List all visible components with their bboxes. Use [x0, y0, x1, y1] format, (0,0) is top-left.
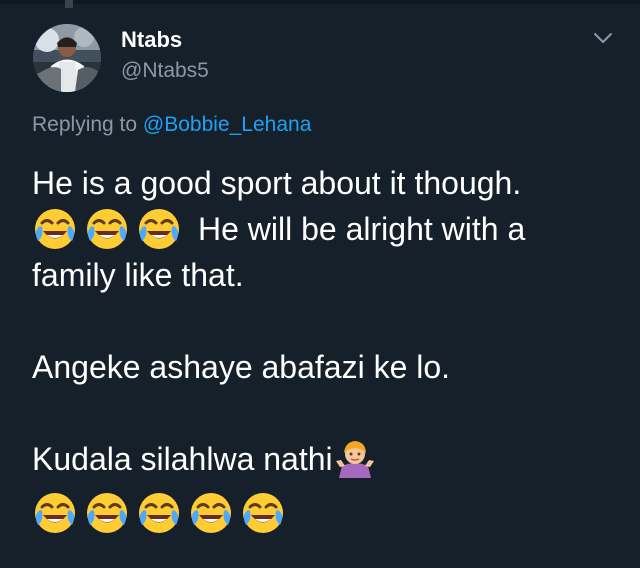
avatar[interactable] — [33, 24, 101, 92]
top-divider-marker — [65, 0, 73, 8]
tears-of-joy-emoji — [32, 206, 78, 252]
tears-of-joy-emoji — [240, 490, 286, 536]
tweet-line-4: Angeke ashaye abafazi ke lo. — [32, 344, 622, 390]
replying-to-label: Replying to — [32, 113, 138, 136]
tears-of-joy-emoji — [188, 490, 234, 536]
more-options-button[interactable] — [592, 30, 614, 46]
chevron-down-icon — [594, 33, 612, 43]
tears-of-joy-emoji — [136, 206, 182, 252]
tweet-line-4-text: Angeke ashaye abafazi ke lo. — [32, 349, 451, 385]
tears-of-joy-emoji — [32, 490, 78, 536]
tweet-line-1-text: He is a good sport about it though. — [32, 165, 522, 201]
tweet-line-2-text: He will be alright with a — [198, 211, 526, 247]
top-divider — [0, 0, 640, 4]
tweet-line-3: family like that. — [32, 252, 622, 298]
author-handle[interactable]: @Ntabs5 — [121, 57, 209, 84]
tweet-line-5-text: Kudala silahlwa nathi — [32, 441, 333, 477]
tweet-line-1: He is a good sport about it though. — [32, 160, 622, 206]
tweet-line-2: He will be alright with a — [32, 206, 622, 252]
tears-of-joy-emoji — [136, 490, 182, 536]
tweet-text: He is a good sport about it though. He w… — [32, 160, 622, 536]
tears-of-joy-emoji — [84, 206, 130, 252]
tears-of-joy-emoji — [84, 490, 130, 536]
tweet-line-5: Kudala silahlwa nathi — [32, 436, 622, 482]
tweet-line-3-text: family like that. — [32, 257, 244, 293]
avatar-image — [33, 24, 101, 92]
person-shrugging-emoji — [333, 437, 377, 481]
reply-target-link[interactable]: @Bobbie_Lehana — [143, 113, 311, 136]
emoji-row — [32, 490, 622, 536]
author-name[interactable]: Ntabs — [121, 26, 182, 54]
replying-to: Replying to @Bobbie_Lehana — [32, 111, 311, 138]
